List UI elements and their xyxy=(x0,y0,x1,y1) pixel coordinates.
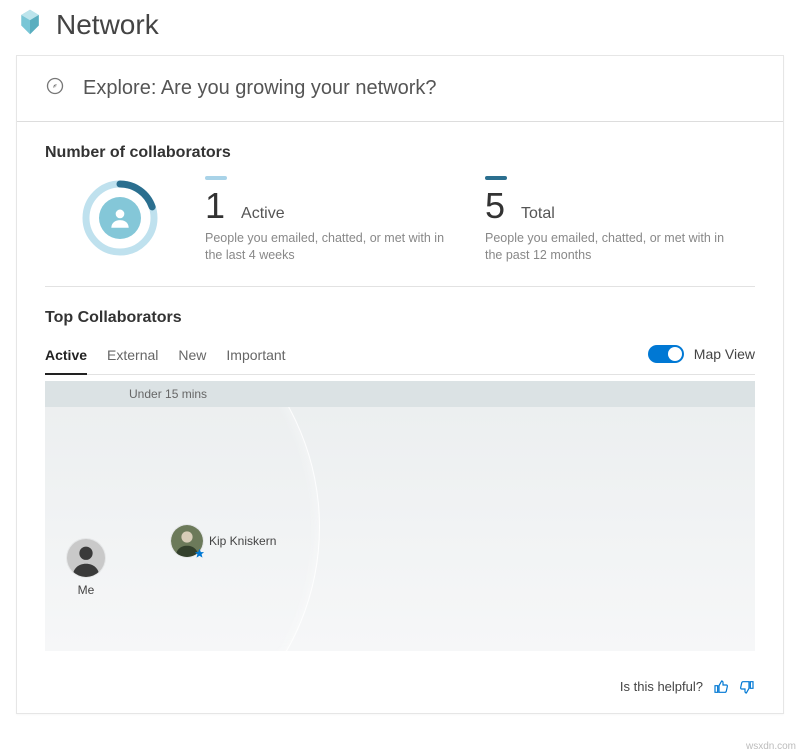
watermark: wsxdn.com xyxy=(746,741,796,752)
top-collab-title: Top Collaborators xyxy=(45,309,755,327)
thumb-up-icon[interactable] xyxy=(713,679,729,695)
feedback-row: Is this helpful? xyxy=(17,671,783,713)
toggle-label: Map View xyxy=(694,346,755,362)
tab-active[interactable]: Active xyxy=(45,341,87,375)
stats-row: 1 Active People you emailed, chatted, or… xyxy=(45,176,755,287)
node-me[interactable]: Me xyxy=(67,539,105,597)
tab-row: Active External New Important Map View xyxy=(45,341,755,375)
explore-row[interactable]: Explore: Are you growing your network? xyxy=(17,56,783,122)
tab-external[interactable]: External xyxy=(107,341,158,374)
stat-description: People you emailed, chatted, or met with… xyxy=(485,230,725,264)
map-body: Me Kip Kniskern xyxy=(45,407,755,651)
person-icon xyxy=(99,197,141,239)
map-ring-label: Under 15 mins xyxy=(45,381,755,407)
toggle-switch[interactable] xyxy=(648,345,684,363)
stat-description: People you emailed, chatted, or met with… xyxy=(205,230,445,264)
page-title: Network xyxy=(56,9,159,41)
accent-bar xyxy=(485,176,507,180)
explore-heading: Explore: Are you growing your network? xyxy=(83,77,437,100)
node-collaborator-label: Kip Kniskern xyxy=(209,534,276,548)
map-view-toggle: Map View xyxy=(648,345,755,369)
collaborator-map: Under 15 mins Me Kip Kni xyxy=(45,381,755,651)
main-card: Explore: Are you growing your network? N… xyxy=(16,55,784,714)
compass-icon xyxy=(45,76,65,101)
stat-total: 5 Total People you emailed, chatted, or … xyxy=(475,176,755,264)
accent-bar xyxy=(205,176,227,180)
stat-value: 5 xyxy=(485,188,505,224)
stat-active: 1 Active People you emailed, chatted, or… xyxy=(195,176,475,264)
stat-label: Active xyxy=(241,205,285,223)
top-collaborators: Top Collaborators Active External New Im… xyxy=(17,309,783,671)
avatar-me xyxy=(67,539,105,577)
network-icon xyxy=(16,8,44,41)
star-icon xyxy=(194,548,205,559)
thumb-down-icon[interactable] xyxy=(739,679,755,695)
feedback-prompt: Is this helpful? xyxy=(620,679,703,694)
tabs: Active External New Important xyxy=(45,341,648,374)
tab-important[interactable]: Important xyxy=(226,341,285,374)
stats-title: Number of collaborators xyxy=(45,144,755,162)
radial-chart xyxy=(45,176,195,260)
tab-new[interactable]: New xyxy=(178,341,206,374)
stat-label: Total xyxy=(521,205,555,223)
node-me-label: Me xyxy=(78,583,95,597)
node-collaborator[interactable]: Kip Kniskern xyxy=(171,525,276,557)
stat-value: 1 xyxy=(205,188,225,224)
page-header: Network xyxy=(0,0,800,55)
collaborator-stats: Number of collaborators 1 Active xyxy=(17,122,783,287)
